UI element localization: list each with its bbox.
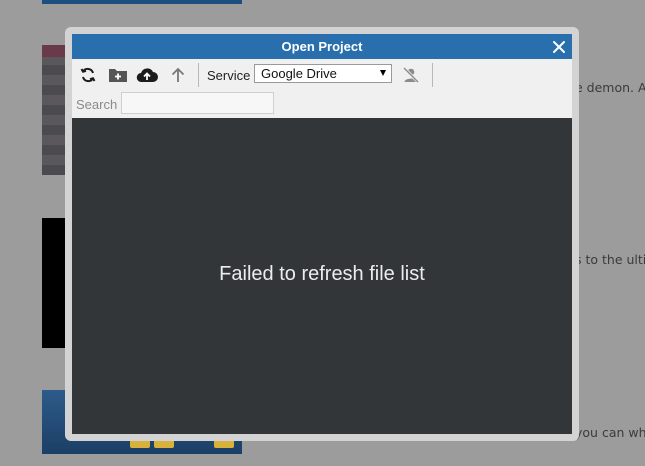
service-select-value: Google Drive (261, 66, 337, 81)
user-off-icon[interactable] (400, 65, 422, 85)
refresh-icon[interactable] (77, 65, 99, 85)
toolbar-divider (198, 63, 199, 87)
dialog-title: Open Project (281, 39, 363, 54)
toolbar-divider (432, 63, 433, 87)
file-list-area[interactable]: Failed to refresh file list (72, 118, 572, 434)
service-label: Service (207, 68, 251, 83)
dialog-toolbar: Service Google Drive (72, 59, 572, 91)
search-row: Search (72, 91, 572, 118)
dialog-titlebar: Open Project (72, 34, 572, 59)
arrow-up-icon[interactable] (167, 65, 189, 85)
search-input[interactable] (121, 92, 274, 114)
background-description-text: you can whi (575, 425, 645, 440)
file-list-error-message: Failed to refresh file list (219, 263, 425, 285)
cloud-upload-icon[interactable] (136, 65, 158, 85)
background-description-text: e demon. An (575, 80, 645, 95)
background-banner-strip (42, 0, 242, 4)
open-project-dialog: Open Project Service Google Drive Search… (72, 34, 572, 434)
new-folder-icon[interactable] (107, 65, 129, 85)
chevron-down-icon (380, 70, 386, 76)
search-label: Search (76, 97, 118, 112)
close-icon[interactable] (552, 39, 566, 53)
background-description-text: s to the ultim (575, 252, 645, 267)
service-select[interactable]: Google Drive (254, 64, 392, 83)
